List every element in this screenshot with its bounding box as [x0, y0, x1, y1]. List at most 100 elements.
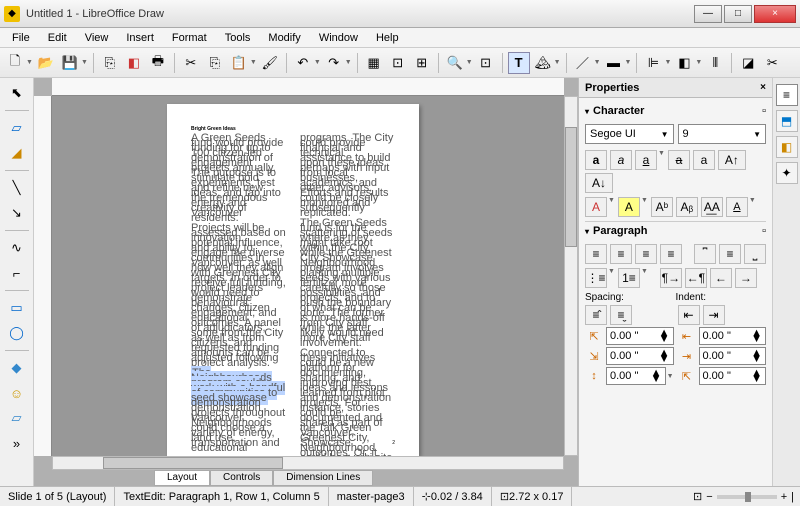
- grid-button[interactable]: ▦: [363, 52, 385, 74]
- more-options-icon[interactable]: ▫: [762, 105, 766, 117]
- decrease-size-button[interactable]: A↓: [585, 173, 613, 193]
- vertical-scrollbar[interactable]: [564, 96, 578, 456]
- more-options-icon[interactable]: ▫: [762, 225, 766, 237]
- fill-color-button[interactable]: ▬: [603, 52, 625, 74]
- tab-controls[interactable]: Controls: [210, 470, 273, 486]
- indent-increase-button[interactable]: ⇥: [703, 305, 725, 325]
- menu-modify[interactable]: Modify: [260, 30, 308, 46]
- menu-format[interactable]: Format: [164, 30, 215, 46]
- close-button[interactable]: ×: [754, 5, 796, 23]
- dir-r-button[interactable]: →: [735, 268, 757, 288]
- line-spacing-input[interactable]: 0.00 "▲▼: [606, 367, 666, 385]
- align-center-button[interactable]: ≡: [610, 244, 632, 264]
- zoom-fit-icon[interactable]: ⊡: [693, 490, 702, 503]
- menu-window[interactable]: Window: [311, 30, 366, 46]
- spacing-inc-button[interactable]: A͟A: [701, 197, 723, 217]
- increase-size-button[interactable]: A↑: [718, 150, 746, 170]
- space-below-input[interactable]: 0.00 "▲▼: [606, 347, 674, 365]
- space-above-input[interactable]: 0.00 "▲▼: [606, 327, 674, 345]
- horizontal-scrollbar[interactable]: [52, 456, 564, 470]
- properties-close-icon[interactable]: ×: [760, 82, 766, 93]
- redo-button[interactable]: ↷: [323, 52, 345, 74]
- align-button[interactable]: ⊫: [642, 52, 664, 74]
- open-button[interactable]: 📂: [35, 52, 57, 74]
- sidetab-properties[interactable]: ≡: [776, 84, 798, 106]
- status-master[interactable]: master-page3: [329, 487, 414, 506]
- distribute-button[interactable]: ⫴: [704, 52, 726, 74]
- indent-before-input[interactable]: 0.00 "▲▼: [699, 327, 767, 345]
- textbox-button[interactable]: T: [508, 52, 530, 74]
- font-name-combo[interactable]: Segoe UI▼: [585, 124, 674, 144]
- image-button[interactable]: 🏔: [532, 52, 554, 74]
- line-tool[interactable]: ╲: [5, 177, 29, 199]
- page[interactable]: Bright Green Ideas A Green Seeds fund wo…: [167, 104, 419, 456]
- paragraph-section-header[interactable]: ▾ Paragraph ▫: [585, 221, 766, 240]
- bold-button[interactable]: a: [585, 150, 607, 170]
- menu-file[interactable]: File: [4, 30, 38, 46]
- sub-button[interactable]: Aᵦ: [676, 197, 698, 217]
- ruler-horizontal[interactable]: [52, 78, 564, 96]
- indent-after-input[interactable]: 0.00 "▲▼: [699, 347, 767, 365]
- sidetab-navigator[interactable]: ✦: [776, 162, 798, 184]
- connector-tool[interactable]: ⌐: [5, 262, 29, 284]
- spacing-decrease-button[interactable]: ≡̬: [610, 305, 632, 325]
- minimize-button[interactable]: —: [694, 5, 722, 23]
- menu-edit[interactable]: Edit: [40, 30, 75, 46]
- sidetab-shapes[interactable]: ⬒: [776, 110, 798, 132]
- italic-button[interactable]: a: [610, 150, 632, 170]
- zoom-out-icon[interactable]: −: [706, 491, 712, 503]
- flowchart-tool[interactable]: ▱: [5, 407, 29, 429]
- font-color-button[interactable]: A: [585, 197, 607, 217]
- shadow-button[interactable]: ◪: [737, 52, 759, 74]
- rectangle-tool[interactable]: ▭: [5, 297, 29, 319]
- underline-button[interactable]: a: [635, 150, 657, 170]
- super-button[interactable]: Aᵇ: [651, 197, 673, 217]
- cut-button[interactable]: ✂: [180, 52, 202, 74]
- indent-decrease-button[interactable]: ⇤: [678, 305, 700, 325]
- zoom-page-button[interactable]: ⊡: [475, 52, 497, 74]
- strike-button[interactable]: a: [668, 150, 690, 170]
- guides-button[interactable]: ⊞: [411, 52, 433, 74]
- more-tool[interactable]: »: [5, 432, 29, 454]
- undo-button[interactable]: ↶: [292, 52, 314, 74]
- basic-shapes-tool[interactable]: ◆: [5, 357, 29, 379]
- tab-dimension[interactable]: Dimension Lines: [273, 470, 373, 486]
- line-color-tool[interactable]: ▱: [5, 117, 29, 139]
- line-color-button[interactable]: ／: [572, 52, 594, 74]
- print-button[interactable]: 🖶: [147, 52, 169, 74]
- text-column-left[interactable]: A Green Seeds fund would provide funding…: [191, 136, 286, 456]
- line-arrow-tool[interactable]: ↘: [5, 202, 29, 224]
- menu-help[interactable]: Help: [368, 30, 407, 46]
- ruler-vertical[interactable]: [34, 96, 52, 456]
- character-section-header[interactable]: ▾ Character ▫: [585, 102, 766, 120]
- symbol-tool[interactable]: ☺: [5, 382, 29, 404]
- highlight-button[interactable]: A: [618, 197, 640, 217]
- crop-button[interactable]: ✂: [761, 52, 783, 74]
- format-paintbrush-button[interactable]: 🖌: [259, 52, 281, 74]
- first-line-input[interactable]: 0.00 "▲▼: [699, 367, 767, 385]
- align-justify-button[interactable]: ≡: [660, 244, 682, 264]
- canvas[interactable]: Bright Green Ideas A Green Seeds fund wo…: [52, 96, 564, 456]
- bullets-button[interactable]: ⋮≡: [585, 268, 607, 288]
- zoom-in-icon[interactable]: +: [781, 491, 787, 503]
- valign-mid-button[interactable]: ≡: [719, 244, 741, 264]
- maximize-button[interactable]: □: [724, 5, 752, 23]
- new-button[interactable]: 🗋: [4, 52, 26, 74]
- ellipse-tool[interactable]: ◯: [5, 322, 29, 344]
- paste-button[interactable]: 📋: [228, 52, 250, 74]
- zoom-button[interactable]: 🔍: [444, 52, 466, 74]
- menu-view[interactable]: View: [77, 30, 117, 46]
- spacing-increase-button[interactable]: ≡̂: [585, 305, 607, 325]
- text-column-right[interactable]: programs. The City could provide financi…: [300, 136, 395, 456]
- rtl-button[interactable]: ←¶: [685, 268, 707, 288]
- valign-top-button[interactable]: ⎴: [694, 244, 716, 264]
- menu-insert[interactable]: Insert: [118, 30, 162, 46]
- curve-tool[interactable]: ∿: [5, 237, 29, 259]
- copy-button[interactable]: ⎘: [204, 52, 226, 74]
- tab-layout[interactable]: Layout: [154, 470, 210, 486]
- align-right-button[interactable]: ≡: [635, 244, 657, 264]
- save-button[interactable]: 💾: [59, 52, 81, 74]
- select-tool[interactable]: ⬉: [5, 82, 29, 104]
- numbering-button[interactable]: 1≡: [618, 268, 640, 288]
- snap-button[interactable]: ⊡: [387, 52, 409, 74]
